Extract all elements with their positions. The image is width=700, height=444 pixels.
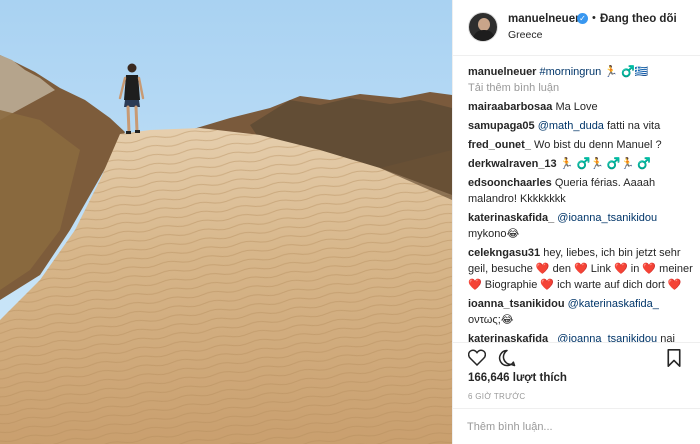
comment-item: mairaabarbosaa Ma Love <box>468 99 693 115</box>
comment-username[interactable]: katerinaskafida_ <box>468 333 554 342</box>
comment-text: nai <box>660 333 675 342</box>
comment-text: οντως;😂 <box>468 314 514 326</box>
action-bar <box>453 342 700 372</box>
avatar-body <box>473 30 495 41</box>
comment-username[interactable]: fred_ounet_ <box>468 139 531 151</box>
comment-text: fatti na vita <box>607 120 661 132</box>
post-side-panel: manuelneuer ✓ • Đang theo dõi Greece man… <box>452 0 700 444</box>
avatar[interactable] <box>468 12 498 42</box>
comment-mention[interactable]: @katerinaskafida_ <box>568 298 659 310</box>
likes-count[interactable]: 166,646 lượt thích <box>468 372 567 384</box>
comments-list[interactable]: manuelneuer #morningrun 🏃 ♂️🇬🇷 Tải thêm … <box>468 64 693 342</box>
add-comment-area <box>453 408 700 444</box>
heart-icon[interactable] <box>467 349 487 369</box>
separator-dot: • <box>592 12 596 24</box>
follow-status-button[interactable]: Đang theo dõi <box>600 13 677 25</box>
comment-mention[interactable]: @math_duda <box>538 120 604 132</box>
post-photo[interactable] <box>0 0 452 444</box>
comment-item: edsoonchaarles Queria férias. Aaaah mala… <box>468 175 693 207</box>
comment-item: samupaga05 @math_duda fatti na vita <box>468 118 693 134</box>
verified-badge-icon: ✓ <box>577 13 588 24</box>
comment-text: Wo bist du denn Manuel ? <box>534 139 662 151</box>
comment-icon[interactable] <box>498 349 516 370</box>
comment-username[interactable]: ioanna_tsanikidou <box>468 298 565 310</box>
instagram-post: manuelneuer ✓ • Đang theo dõi Greece man… <box>0 0 700 444</box>
comment-username[interactable]: celekngasu31 <box>468 247 540 259</box>
comment-username[interactable]: katerinaskafida_ <box>468 212 554 224</box>
comment-item: katerinaskafida_ @ioanna_tsanikidou nai <box>468 331 693 342</box>
load-more-comments[interactable]: Tải thêm bình luận <box>468 82 693 94</box>
bookmark-icon[interactable] <box>666 349 682 370</box>
location-link[interactable]: Greece <box>508 29 542 41</box>
comment-text: mykono😂 <box>468 228 520 240</box>
caption-text[interactable]: #morningrun 🏃 ♂️🇬🇷 <box>540 66 649 78</box>
hill-path-photo <box>0 0 452 444</box>
post-timestamp[interactable]: 6 GIỜ TRƯỚC <box>468 392 526 401</box>
comment-item: derkwalraven_13 🏃 ♂️🏃 ♂️🏃 ♂️ <box>468 156 693 172</box>
comment-item: ioanna_tsanikidou @katerinaskafida_ οντω… <box>468 296 693 328</box>
comment-container: mairaabarbosaa Ma Love samupaga05 @math_d… <box>468 99 693 342</box>
comment-mention[interactable]: @ioanna_tsanikidou <box>557 333 657 342</box>
post-header: manuelneuer ✓ • Đang theo dõi Greece <box>453 0 700 56</box>
comment-item: fred_ounet_ Wo bist du denn Manuel ? <box>468 137 693 153</box>
comment-username[interactable]: samupaga05 <box>468 120 535 132</box>
caption-username[interactable]: manuelneuer <box>468 66 536 78</box>
add-comment-input[interactable] <box>467 417 687 437</box>
header-username[interactable]: manuelneuer <box>508 13 580 25</box>
caption: manuelneuer #morningrun 🏃 ♂️🇬🇷 <box>468 64 693 80</box>
comment-item: celekngasu31 hey, liebes, ich bin jetzt … <box>468 245 693 293</box>
comment-mention[interactable]: @ioanna_tsanikidou <box>557 212 657 224</box>
comment-text: 🏃 ♂️🏃 ♂️🏃 ♂️ <box>559 158 652 170</box>
comment-text: Ma Love <box>555 101 598 113</box>
comment-username[interactable]: mairaabarbosaa <box>468 101 552 113</box>
comment-item: katerinaskafida_ @ioanna_tsanikidou myko… <box>468 210 693 242</box>
comment-username[interactable]: derkwalraven_13 <box>468 158 557 170</box>
comment-username[interactable]: edsoonchaarles <box>468 177 552 189</box>
